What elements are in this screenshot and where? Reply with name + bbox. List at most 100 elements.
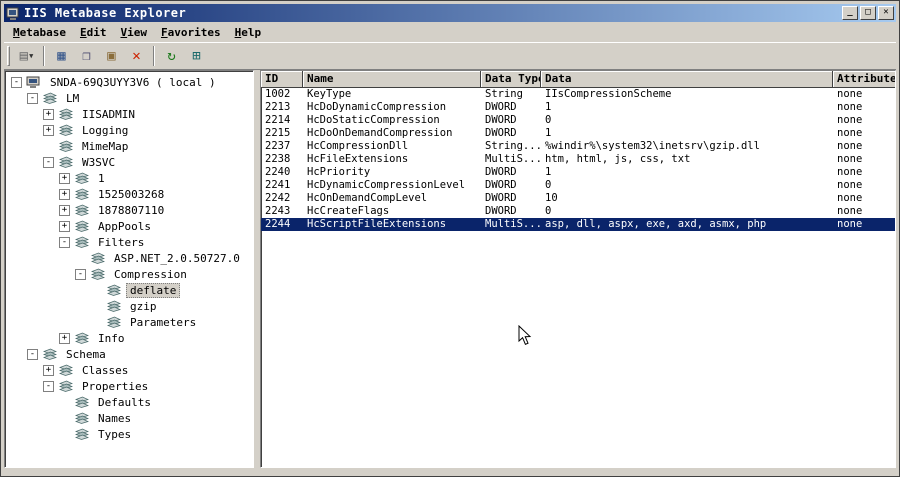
title-bar[interactable]: IIS Metabase Explorer _ □ ✕ bbox=[4, 4, 896, 22]
expand-icon[interactable]: + bbox=[59, 188, 70, 200]
tree-node-gzip[interactable]: gzip bbox=[7, 298, 253, 314]
delete-button[interactable]: ✕ bbox=[124, 45, 149, 68]
collapse-icon[interactable]: - bbox=[59, 236, 70, 248]
column-header-attributes[interactable]: Attributes bbox=[833, 71, 895, 88]
tree-node-apppools[interactable]: + AppPools bbox=[7, 218, 253, 234]
table-row-2242[interactable]: 2242 HcOnDemandCompLevel DWORD 10 none bbox=[261, 192, 895, 205]
table-row-2241[interactable]: 2241 HcDynamicCompressionLevel DWORD 0 none bbox=[261, 179, 895, 192]
expand-icon[interactable]: + bbox=[43, 108, 54, 120]
copy-button[interactable]: ❐ bbox=[74, 45, 99, 68]
menu-item-favorites[interactable]: Favorites bbox=[154, 24, 228, 41]
tree-node-label: Classes bbox=[82, 363, 129, 377]
tree-node-compression[interactable]: - Compression bbox=[7, 266, 253, 282]
tree-node-lm[interactable]: - LM bbox=[7, 90, 253, 106]
table-row-2215[interactable]: 2215 HcDoOnDemandCompression DWORD 1 none bbox=[261, 127, 895, 140]
window-title: IIS Metabase Explorer bbox=[24, 6, 187, 20]
new-record-button[interactable]: ▤ ▼ bbox=[14, 45, 39, 68]
menu-item-help[interactable]: Help bbox=[228, 24, 269, 41]
collapse-icon[interactable]: - bbox=[43, 380, 54, 392]
maximize-button[interactable]: □ bbox=[860, 6, 876, 20]
expand-icon[interactable]: + bbox=[59, 220, 70, 232]
tree-node-schema[interactable]: - Schema bbox=[7, 346, 253, 362]
tree-node-names[interactable]: Names bbox=[7, 410, 253, 426]
cell-data-type: DWORD bbox=[485, 166, 517, 178]
cell-name: HcPriority bbox=[307, 166, 371, 178]
tree-node-snda-69q3uyy3v6-local[interactable]: - SNDA-69Q3UYY3V6 ( local ) bbox=[7, 74, 253, 90]
table-row-2237[interactable]: 2237 HcCompressionDll String... %windir%\sy… bbox=[261, 140, 895, 153]
table-row-2240[interactable]: 2240 HcPriority DWORD 1 none bbox=[261, 166, 895, 179]
cell-data: 0 bbox=[545, 114, 552, 126]
table-row-1002[interactable]: 1002 KeyType String IIsCompressionScheme non… bbox=[261, 88, 895, 101]
menu-bar: Metabase Edit View Favorites Help bbox=[4, 22, 896, 42]
refresh-icon: ↻ bbox=[167, 48, 176, 64]
metabase-node-icon bbox=[74, 428, 90, 441]
collapse-icon[interactable]: - bbox=[43, 156, 54, 168]
collapse-icon[interactable]: - bbox=[27, 92, 38, 104]
tree-node-label: deflate bbox=[126, 282, 181, 298]
tree-node-deflate[interactable]: deflate bbox=[7, 282, 253, 298]
tree-node-label: Filters bbox=[98, 235, 145, 249]
toolbar-grip[interactable] bbox=[7, 46, 10, 66]
tree-node-label: IISADMIN bbox=[82, 107, 135, 121]
network-button[interactable]: ⊞ bbox=[184, 45, 209, 68]
tree-node-classes[interactable]: + Classes bbox=[7, 362, 253, 378]
column-header-data-type[interactable]: Data Type bbox=[481, 71, 541, 88]
minimize-button[interactable]: _ bbox=[842, 6, 858, 20]
cell-name: HcCompressionDll bbox=[307, 140, 409, 152]
table-row-2213[interactable]: 2213 HcDoDynamicCompression DWORD 1 none bbox=[261, 101, 895, 114]
expand-icon[interactable]: + bbox=[43, 364, 54, 376]
cell-name: HcDoOnDemandCompression bbox=[307, 127, 453, 139]
expand-icon[interactable]: + bbox=[59, 172, 70, 184]
tree-node-parameters[interactable]: Parameters bbox=[7, 314, 253, 330]
tree-node-1[interactable]: +1 bbox=[7, 170, 253, 186]
dropdown-caret-icon[interactable]: ▼ bbox=[29, 52, 33, 60]
expand-icon[interactable]: + bbox=[59, 204, 70, 216]
paste-button[interactable]: ▣ bbox=[99, 45, 124, 68]
column-header-data[interactable]: Data bbox=[541, 71, 833, 88]
metabase-node-icon bbox=[74, 204, 90, 217]
paste-icon: ▣ bbox=[107, 48, 116, 64]
menu-item-metabase[interactable]: Metabase bbox=[6, 24, 73, 41]
tree-node-label: Compression bbox=[114, 267, 187, 281]
column-header-id[interactable]: ID bbox=[261, 71, 303, 88]
tree-node-iisadmin[interactable]: + IISADMIN bbox=[7, 106, 253, 122]
window-controls: _ □ ✕ bbox=[842, 6, 894, 20]
tree-node-types[interactable]: Types bbox=[7, 426, 253, 442]
tree-node-filters[interactable]: - Filters bbox=[7, 234, 253, 250]
tree-node-w3svc[interactable]: - W3SVC bbox=[7, 154, 253, 170]
tree-node-label: Defaults bbox=[98, 395, 151, 409]
menu-item-edit[interactable]: Edit bbox=[73, 24, 114, 41]
collapse-icon[interactable]: - bbox=[75, 268, 86, 280]
tree-node-logging[interactable]: + Logging bbox=[7, 122, 253, 138]
copy-icon: ❐ bbox=[82, 48, 91, 64]
menu-item-view[interactable]: View bbox=[113, 24, 154, 41]
metabase-node-icon bbox=[74, 412, 90, 425]
cell-data: 1 bbox=[545, 127, 552, 139]
tree-node-info[interactable]: + Info bbox=[7, 330, 253, 346]
collapse-icon[interactable]: - bbox=[11, 76, 22, 88]
save-button[interactable]: ▦ bbox=[49, 45, 74, 68]
collapse-icon[interactable]: - bbox=[27, 348, 38, 360]
tree-node-1525003268[interactable]: +1525003268 bbox=[7, 186, 253, 202]
table-row-2243[interactable]: 2243 HcCreateFlags DWORD 0 none bbox=[261, 205, 895, 218]
table-row-2244[interactable]: 2244 HcScriptFileExtensions MultiS... asp, … bbox=[261, 218, 895, 231]
cell-attributes: none bbox=[837, 166, 863, 178]
table-row-2238[interactable]: 2238 HcFileExtensions MultiS... htm, html, … bbox=[261, 153, 895, 166]
column-header-name[interactable]: Name bbox=[303, 71, 481, 88]
tree-node-properties[interactable]: - Properties bbox=[7, 378, 253, 394]
new-record-icon: ▤ bbox=[19, 48, 29, 64]
cell-data-type: DWORD bbox=[485, 114, 517, 126]
table-row-2214[interactable]: 2214 HcDoStaticCompression DWORD 0 none bbox=[261, 114, 895, 127]
tree-node-asp-net-2-0-50727-0[interactable]: ASP.NET_2.0.50727.0 bbox=[7, 250, 253, 266]
cell-data-type: DWORD bbox=[485, 192, 517, 204]
tree-node-mimemap[interactable]: MimeMap bbox=[7, 138, 253, 154]
tree-node-defaults[interactable]: Defaults bbox=[7, 394, 253, 410]
tree-node-1878807110[interactable]: +1878807110 bbox=[7, 202, 253, 218]
refresh-button[interactable]: ↻ bbox=[159, 45, 184, 68]
expand-icon[interactable]: + bbox=[43, 124, 54, 136]
close-button[interactable]: ✕ bbox=[878, 6, 894, 20]
expand-icon[interactable]: + bbox=[59, 332, 70, 344]
cell-attributes: none bbox=[837, 140, 863, 152]
